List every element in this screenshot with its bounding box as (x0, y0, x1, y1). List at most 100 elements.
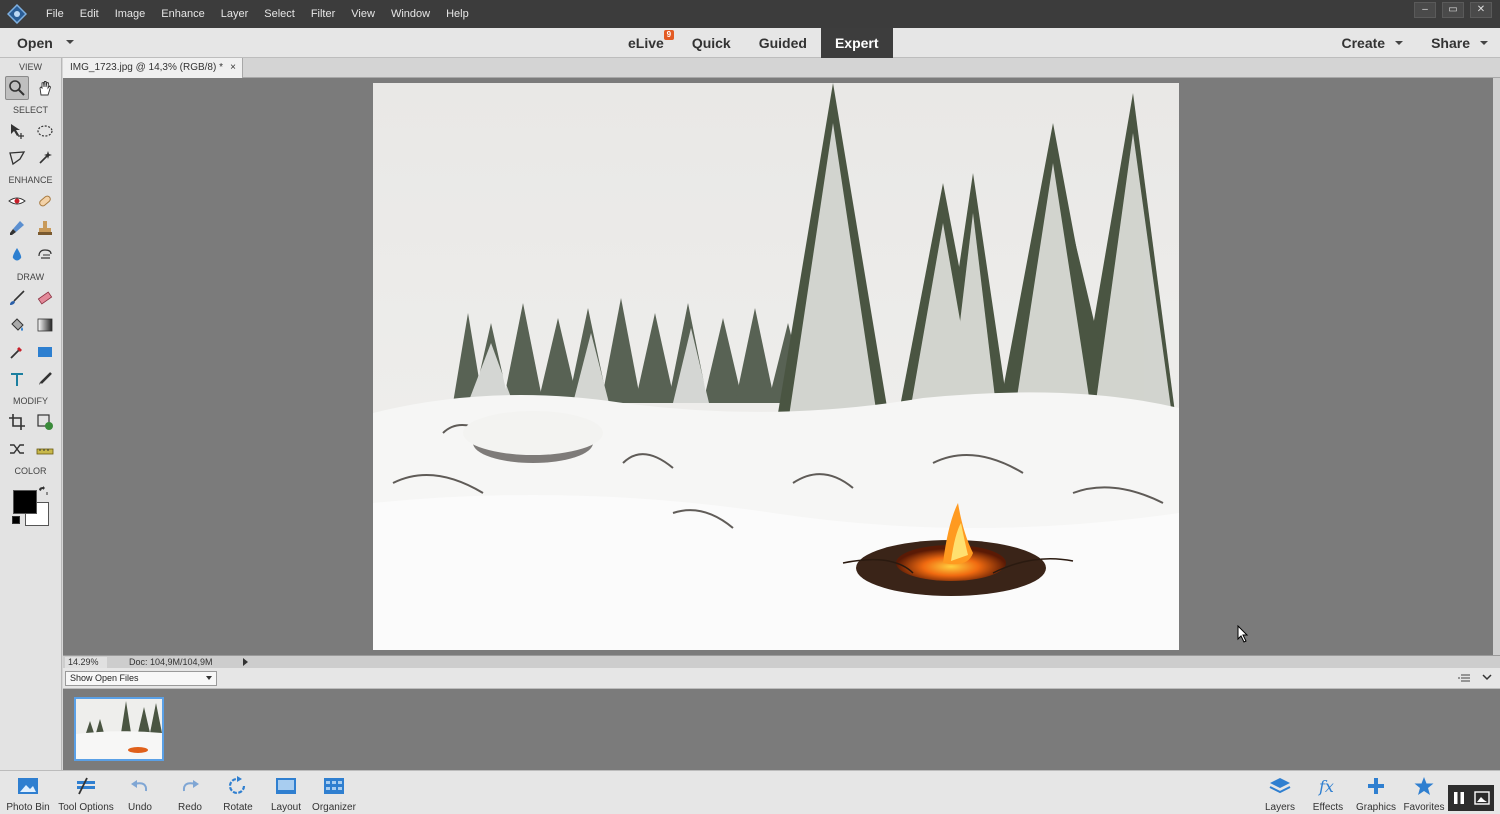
collapse-bin-icon[interactable] (1482, 672, 1492, 682)
foreground-color-swatch[interactable] (13, 490, 37, 514)
photo-bin-dropdown[interactable]: Show Open Files (65, 671, 217, 686)
color-swatches (0, 482, 61, 532)
rotate-button[interactable]: Rotate (218, 771, 258, 814)
mode-bar: Open eLive 9 Quick Guided Expert Create … (0, 28, 1500, 58)
share-label: Share (1431, 35, 1470, 51)
spot-healing-icon[interactable] (33, 189, 57, 213)
redo-icon (178, 775, 202, 797)
favorites-button[interactable]: Favorites (1402, 771, 1446, 814)
zoom-tool-icon[interactable] (4, 75, 29, 100)
tool-options-button[interactable]: Tool Options (56, 771, 116, 814)
canvas-area[interactable] (63, 78, 1493, 655)
photo-bin-dropdown-value: Show Open Files (70, 673, 139, 683)
section-color: COLOR (14, 466, 47, 476)
tab-quick[interactable]: Quick (678, 28, 745, 58)
graphics-button[interactable]: Graphics (1354, 771, 1398, 814)
window-controls: – ▭ ✕ (1414, 2, 1492, 18)
sponge-tool-icon[interactable] (33, 243, 57, 267)
move-tool-icon[interactable] (5, 119, 29, 143)
share-button[interactable]: Share (1431, 28, 1488, 58)
photo-thumbnail[interactable] (74, 697, 164, 761)
menu-view[interactable]: View (343, 0, 383, 28)
menu-select[interactable]: Select (256, 0, 303, 28)
type-tool-icon[interactable] (5, 367, 29, 391)
section-enhance: ENHANCE (8, 175, 53, 185)
video-overlay-controls[interactable] (1448, 785, 1494, 811)
open-button[interactable]: Open (17, 28, 53, 58)
elliptical-marquee-icon[interactable] (33, 119, 57, 143)
close-window-button[interactable]: ✕ (1470, 2, 1492, 18)
chevron-down-icon (1480, 41, 1488, 45)
polygonal-lasso-icon[interactable] (5, 146, 29, 170)
document-image[interactable] (373, 83, 1179, 650)
redo-label: Redo (178, 802, 202, 813)
create-button[interactable]: Create (1341, 28, 1404, 58)
brush-tool-icon[interactable] (5, 286, 29, 310)
rotate-label: Rotate (223, 802, 253, 813)
zoom-level-field[interactable]: 14.29% (65, 657, 107, 668)
organizer-button[interactable]: Organizer (310, 771, 358, 814)
document-tab-title: IMG_1723.jpg @ 14,3% (RGB/8) * (70, 62, 223, 73)
menu-enhance[interactable]: Enhance (153, 0, 212, 28)
restore-button[interactable]: ▭ (1442, 2, 1464, 18)
menu-bar: File Edit Image Enhance Layer Select Fil… (0, 0, 1500, 28)
menu-filter[interactable]: Filter (303, 0, 343, 28)
paint-bucket-icon[interactable] (5, 313, 29, 337)
close-tab-icon[interactable]: × (230, 58, 236, 78)
minimize-button[interactable]: – (1414, 2, 1436, 18)
menu-window[interactable]: Window (383, 0, 438, 28)
eyedropper-icon[interactable] (5, 340, 29, 364)
pencil-tool-icon[interactable] (33, 367, 57, 391)
menu-image[interactable]: Image (107, 0, 154, 28)
tab-expert[interactable]: Expert (820, 28, 893, 58)
clone-stamp-icon[interactable] (33, 216, 57, 240)
menu-file[interactable]: File (38, 0, 72, 28)
mode-tabs: eLive 9 Quick Guided Expert (614, 28, 893, 58)
crop-tool-icon[interactable] (5, 410, 29, 434)
smart-brush-icon[interactable] (5, 216, 29, 240)
star-icon (1412, 775, 1436, 797)
layers-button[interactable]: Layers (1260, 771, 1300, 814)
section-select: SELECT (12, 105, 48, 115)
status-menu-arrow-icon[interactable] (243, 658, 248, 666)
menu-edit[interactable]: Edit (72, 0, 107, 28)
chevron-down-icon (1395, 41, 1404, 45)
vertical-scrollbar[interactable] (1493, 78, 1500, 655)
blur-tool-icon[interactable] (5, 243, 29, 267)
default-colors-icon[interactable] (12, 516, 20, 524)
organizer-icon (322, 775, 346, 797)
open-dropdown-icon[interactable] (66, 40, 74, 44)
undo-label: Undo (128, 802, 152, 813)
swap-colors-icon[interactable] (38, 486, 48, 496)
content-aware-move-icon[interactable] (5, 437, 29, 461)
pause-icon[interactable] (1452, 791, 1466, 805)
document-tab[interactable]: IMG_1723.jpg @ 14,3% (RGB/8) * × (63, 58, 243, 78)
menu-layer[interactable]: Layer (213, 0, 257, 28)
straighten-tool-icon[interactable] (33, 437, 57, 461)
quick-selection-icon[interactable] (33, 146, 57, 170)
thumbnail-image (76, 699, 162, 759)
create-share-group: Create Share (1341, 28, 1488, 58)
recompose-tool-icon[interactable] (33, 410, 57, 434)
redo-button[interactable]: Redo (172, 771, 208, 814)
menu-help[interactable]: Help (438, 0, 477, 28)
gradient-tool-icon[interactable] (33, 313, 57, 337)
section-modify: MODIFY (13, 396, 48, 406)
shape-tool-icon[interactable] (33, 340, 57, 364)
eraser-tool-icon[interactable] (33, 286, 57, 310)
hand-tool-icon[interactable] (33, 76, 57, 100)
section-view: VIEW (18, 62, 42, 72)
photo-bin-button[interactable]: Photo Bin (4, 771, 52, 814)
layout-button[interactable]: Layout (266, 771, 306, 814)
bin-menu-icon[interactable] (1458, 673, 1470, 683)
bottom-taskbar: Photo Bin Tool Options Undo Redo Rotate … (0, 770, 1500, 814)
undo-button[interactable]: Undo (122, 771, 158, 814)
tab-guided[interactable]: Guided (745, 28, 821, 58)
organizer-label: Organizer (312, 802, 356, 813)
effects-button[interactable]: fx Effects (1308, 771, 1348, 814)
elive-notification-badge: 9 (663, 30, 674, 40)
red-eye-tool-icon[interactable] (5, 189, 29, 213)
tab-elive[interactable]: eLive 9 (614, 28, 678, 58)
picture-in-picture-icon[interactable] (1474, 791, 1490, 805)
app-logo-icon[interactable] (6, 3, 28, 25)
